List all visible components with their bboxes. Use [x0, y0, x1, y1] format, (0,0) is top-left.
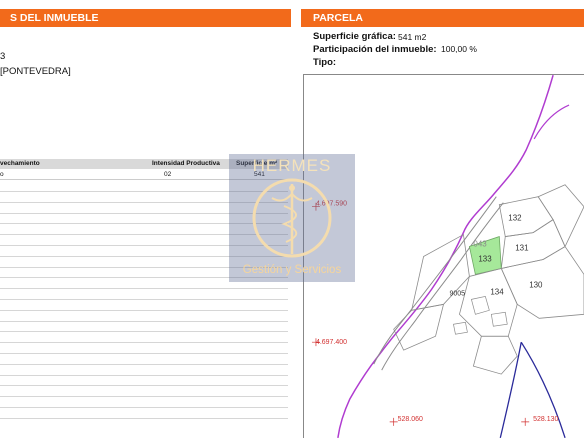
table-empty-row-line — [0, 331, 288, 333]
tipo-label: Tipo: — [313, 57, 337, 68]
watermark-brand-text: HERMES — [252, 156, 332, 175]
table-empty-row-line — [0, 407, 288, 408]
table-empty-row-line — [0, 320, 288, 322]
parcel-outline-130 — [500, 246, 584, 319]
inmueble-section-header: S DEL INMUEBLE — [0, 9, 291, 27]
parcel-label-9005: 9005 — [449, 290, 465, 297]
coord-x-right: 528.130 — [533, 416, 558, 423]
watermark-tagline: Gestión y Servicios — [242, 264, 342, 276]
address-fragment-province: [PONTEVEDRA] — [0, 66, 71, 77]
parcel-label-131: 131 — [515, 244, 529, 253]
table-empty-row-line — [0, 363, 288, 365]
address-fragment-number: 3 — [0, 51, 6, 62]
parcel-label-132: 132 — [508, 214, 522, 223]
parcel-label-134: 134 — [490, 287, 504, 296]
table-empty-row-line — [0, 396, 288, 398]
road-edge — [381, 202, 504, 371]
blue-line-left — [499, 342, 522, 438]
participacion-value: 100,00 % — [441, 44, 477, 54]
table-cell-intensidad: 02 — [164, 171, 172, 178]
table-empty-row-line — [0, 353, 288, 354]
parcela-section-header: PARCELA — [301, 9, 584, 27]
blue-line-right — [520, 341, 566, 438]
highlight-code-label: 043 — [473, 240, 487, 249]
table-empty-row-line — [0, 342, 288, 344]
caduceus-logo-icon — [252, 178, 332, 258]
table-header-intensidad: Intensidad Productiva — [152, 160, 220, 167]
coord-y-bottom: 4.697.400 — [316, 339, 347, 346]
parcel-outline-north — [537, 184, 584, 248]
superficie-label: Superficie gráfica: — [313, 31, 396, 42]
parcel-label-133: 133 — [478, 254, 492, 263]
table-header-aprovechamiento: vechamiento — [0, 160, 40, 167]
municipal-boundary-line — [337, 75, 554, 438]
table-empty-row-line — [0, 309, 288, 311]
hermes-watermark: HERMES Gestión y Servicios — [229, 154, 355, 282]
coord-cross-bl — [389, 417, 398, 426]
coord-cross-br — [521, 417, 530, 426]
participacion-label: Participación del inmueble: — [313, 44, 437, 55]
table-empty-row-line — [0, 299, 288, 300]
parcel-outline-131 — [500, 219, 566, 269]
boundary-side-line — [533, 104, 570, 140]
superficie-value: 541 m2 — [398, 32, 427, 42]
parcel-outline-south — [472, 335, 518, 375]
coord-x-left: 528.060 — [398, 416, 423, 423]
table-empty-row-line — [0, 385, 288, 387]
building-outlines — [453, 295, 508, 335]
parcel-label-130: 130 — [529, 280, 543, 289]
parcel-outline-134 — [459, 267, 518, 337]
table-cell-aprovechamiento: o — [0, 171, 4, 178]
table-empty-row-line — [0, 374, 288, 376]
table-empty-row-line — [0, 288, 288, 290]
table-empty-row-line — [0, 417, 288, 419]
